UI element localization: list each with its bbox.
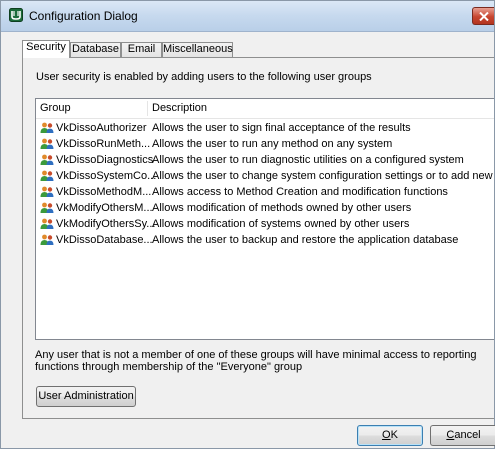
group-description: Allows the user to backup and restore th…	[152, 234, 459, 246]
user-group-icon	[40, 122, 54, 133]
column-header-description[interactable]: Description	[152, 102, 207, 114]
tab-label: Security	[26, 41, 66, 53]
close-button[interactable]	[472, 7, 494, 25]
group-description: Allows modification of methods owned by …	[152, 202, 412, 214]
list-item[interactable]: VkDissoDatabase... Allows the user to bac…	[36, 233, 494, 248]
group-name: VkModifyOthersSy...	[56, 218, 156, 230]
group-name: VkDissoDiagnostics	[56, 154, 154, 166]
ok-label-rest: K	[390, 429, 398, 441]
group-description: Allows the user to change system configu…	[152, 170, 495, 182]
tab-label: Email	[127, 43, 156, 55]
user-group-icon	[40, 234, 54, 245]
user-group-icon	[40, 138, 54, 149]
window-title: Configuration Dialog	[29, 9, 138, 23]
column-divider[interactable]	[147, 101, 148, 116]
everyone-group-note: Any user that is not a member of one of …	[35, 349, 477, 373]
tab-label: Miscellaneous	[163, 43, 233, 55]
user-group-icon	[40, 154, 54, 165]
list-item[interactable]: VkDissoDiagnostics Allows the user to run…	[36, 153, 494, 168]
ok-mnemonic: O	[382, 429, 391, 441]
column-header-group[interactable]: Group	[40, 102, 71, 114]
group-name: VkDissoMethodM...	[56, 186, 152, 198]
user-group-icon	[40, 170, 54, 181]
ok-button[interactable]: OK	[357, 425, 423, 446]
group-description: Allows the user to run any method on any…	[152, 138, 393, 150]
group-description: Allows modification of systems owned by …	[152, 218, 410, 230]
cancel-button[interactable]: Cancel	[430, 425, 495, 446]
group-name: VkDissoAuthorizer	[56, 122, 147, 134]
user-group-icon	[40, 202, 54, 213]
group-description: Allows access to Method Creation and mod…	[152, 186, 448, 198]
tab-database[interactable]: Database	[70, 42, 121, 57]
group-name: VkDissoSystemCo...	[56, 170, 157, 182]
user-group-icon	[40, 218, 54, 229]
tab-miscellaneous[interactable]: Miscellaneous	[162, 42, 233, 57]
list-item[interactable]: VkDissoMethodM... Allows access to Method…	[36, 185, 494, 200]
user-groups-list[interactable]: Group Description VkDissoAuthorizer Allow…	[35, 98, 495, 340]
app-icon	[9, 8, 23, 22]
tab-email[interactable]: Email	[121, 42, 162, 57]
tab-label: Database	[71, 43, 120, 55]
dialog-window: Configuration Dialog Security Database E…	[0, 0, 495, 449]
tab-security[interactable]: Security	[22, 40, 70, 58]
list-header: Group Description	[36, 99, 494, 119]
list-item[interactable]: VkDissoSystemCo... Allows the user to cha…	[36, 169, 495, 184]
list-item[interactable]: VkModifyOthersM... Allows modification of…	[36, 201, 494, 216]
user-group-icon	[40, 186, 54, 197]
group-name: VkModifyOthersM...	[56, 202, 153, 214]
list-item[interactable]: VkDissoAuthorizer Allows the user to sign…	[36, 121, 494, 136]
title-bar[interactable]: Configuration Dialog	[1, 1, 494, 32]
cancel-label-rest: ancel	[454, 429, 481, 441]
security-intro-text: User security is enabled by adding users…	[36, 71, 372, 83]
group-description: Allows the user to run diagnostic utilit…	[152, 154, 464, 166]
user-administration-button[interactable]: User Administration	[36, 386, 136, 407]
group-name: VkDissoRunMeth...	[56, 138, 151, 150]
close-icon	[479, 12, 489, 21]
list-item[interactable]: VkDissoRunMeth... Allows the user to run …	[36, 137, 494, 152]
list-item[interactable]: VkModifyOthersSy... Allows modification o…	[36, 217, 494, 232]
group-description: Allows the user to sign final acceptance…	[152, 122, 411, 134]
group-name: VkDissoDatabase...	[56, 234, 153, 246]
